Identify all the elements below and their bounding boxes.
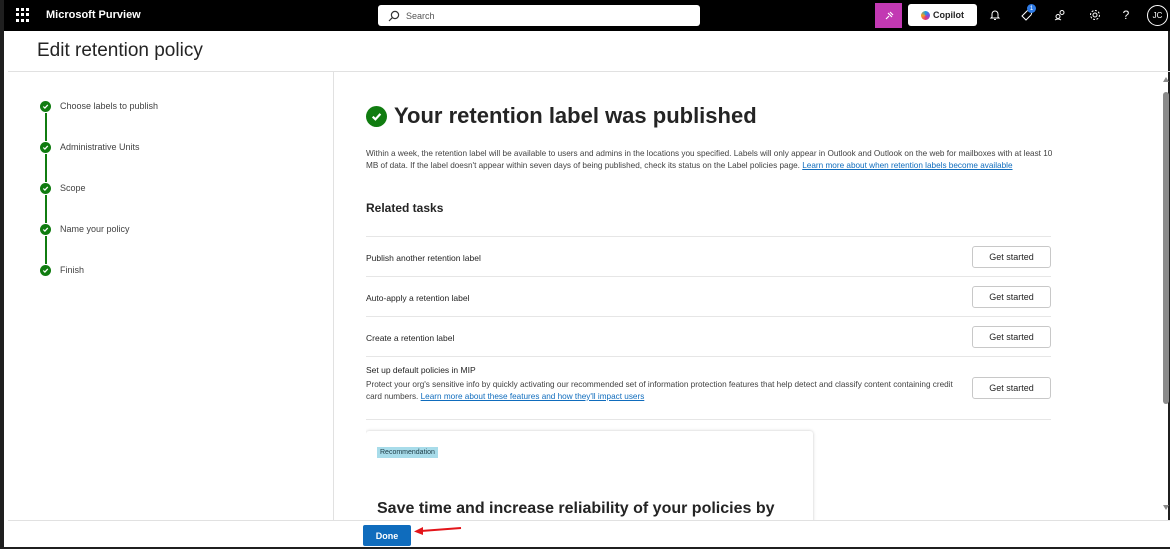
copilot-icon-button[interactable] [875,3,902,28]
notification-badge: 1 [1027,4,1036,13]
gear-icon[interactable] [1087,7,1103,23]
app-launcher-icon[interactable] [16,8,30,22]
scroll-thumb[interactable] [1163,92,1169,404]
task-name: Create a retention label [366,333,455,343]
step-check-icon [40,224,51,235]
help-icon[interactable]: ? [1118,7,1134,23]
avatar[interactable]: JC [1147,5,1168,26]
get-started-button[interactable]: Get started [972,326,1051,348]
task-row: Auto-apply a retention label Get started [366,276,1051,316]
search-icon [388,10,400,21]
step-label: Administrative Units [60,142,140,152]
step-connector [45,113,47,141]
copilot-pin-icon [885,11,893,19]
vertical-scrollbar[interactable] [1160,72,1170,520]
task-name: Set up default policies in MIP [366,365,476,375]
task-description: Protect your org's sensitive info by qui… [366,379,956,403]
task-row: Set up default policies in MIP Protect y… [366,356,1051,420]
step-connector [45,154,47,182]
main-content: Your retention label was published Withi… [366,72,1056,520]
step-label: Choose labels to publish [60,101,159,111]
copilot-label: Copilot [933,10,964,20]
step-connector [45,195,47,223]
step-check-icon [40,142,51,153]
search-box[interactable]: Search [378,5,700,26]
task-learn-more-link[interactable]: Learn more about these features and how … [421,392,645,401]
recommendation-card: Recommendation Save time and increase re… [366,431,813,520]
task-row: Create a retention label Get started [366,316,1051,356]
scroll-up-icon[interactable] [1163,77,1169,82]
done-button[interactable]: Done [363,525,411,546]
step-check-icon [40,265,51,276]
success-check-icon [366,105,387,127]
panel-divider [333,72,334,520]
annotation-arrow-icon [414,527,462,535]
get-started-button[interactable]: Get started [972,246,1051,268]
top-bar: Microsoft Purview Search Copilot 1 ? JC [4,0,1170,31]
success-description: Within a week, the retention label will … [366,148,1056,172]
footer-bar: Done [8,520,1170,547]
recommendation-tag: Recommendation [377,447,438,458]
step-label: Scope [60,183,86,193]
search-placeholder: Search [406,10,435,21]
related-tasks-list: Publish another retention label Get star… [366,236,1051,420]
copilot-button[interactable]: Copilot [908,4,977,26]
get-started-button[interactable]: Get started [972,377,1051,399]
step-connector [45,236,47,264]
step-check-icon [40,101,51,112]
success-title: Your retention label was published [394,103,757,128]
related-tasks-heading: Related tasks [366,201,444,215]
get-started-button[interactable]: Get started [972,286,1051,308]
app-frame: Microsoft Purview Search Copilot 1 ? JC … [0,0,1170,549]
learn-more-link[interactable]: Learn more about when retention labels b… [802,161,1012,170]
page-title: Edit retention policy [37,40,203,61]
step-label: Name your policy [60,224,130,234]
recommendation-title: Save time and increase reliability of yo… [377,500,775,517]
task-row: Publish another retention label Get star… [366,236,1051,276]
step-label: Finish [60,265,85,275]
bell-icon[interactable] [987,7,1003,23]
app-name[interactable]: Microsoft Purview [46,9,141,21]
copilot-logo-icon [921,10,930,20]
scroll-down-icon[interactable] [1163,505,1169,510]
people-icon[interactable] [1052,7,1068,23]
step-check-icon [40,183,51,194]
success-heading: Your retention label was published [366,103,757,129]
task-name: Publish another retention label [366,253,481,263]
task-name: Auto-apply a retention label [366,293,470,303]
